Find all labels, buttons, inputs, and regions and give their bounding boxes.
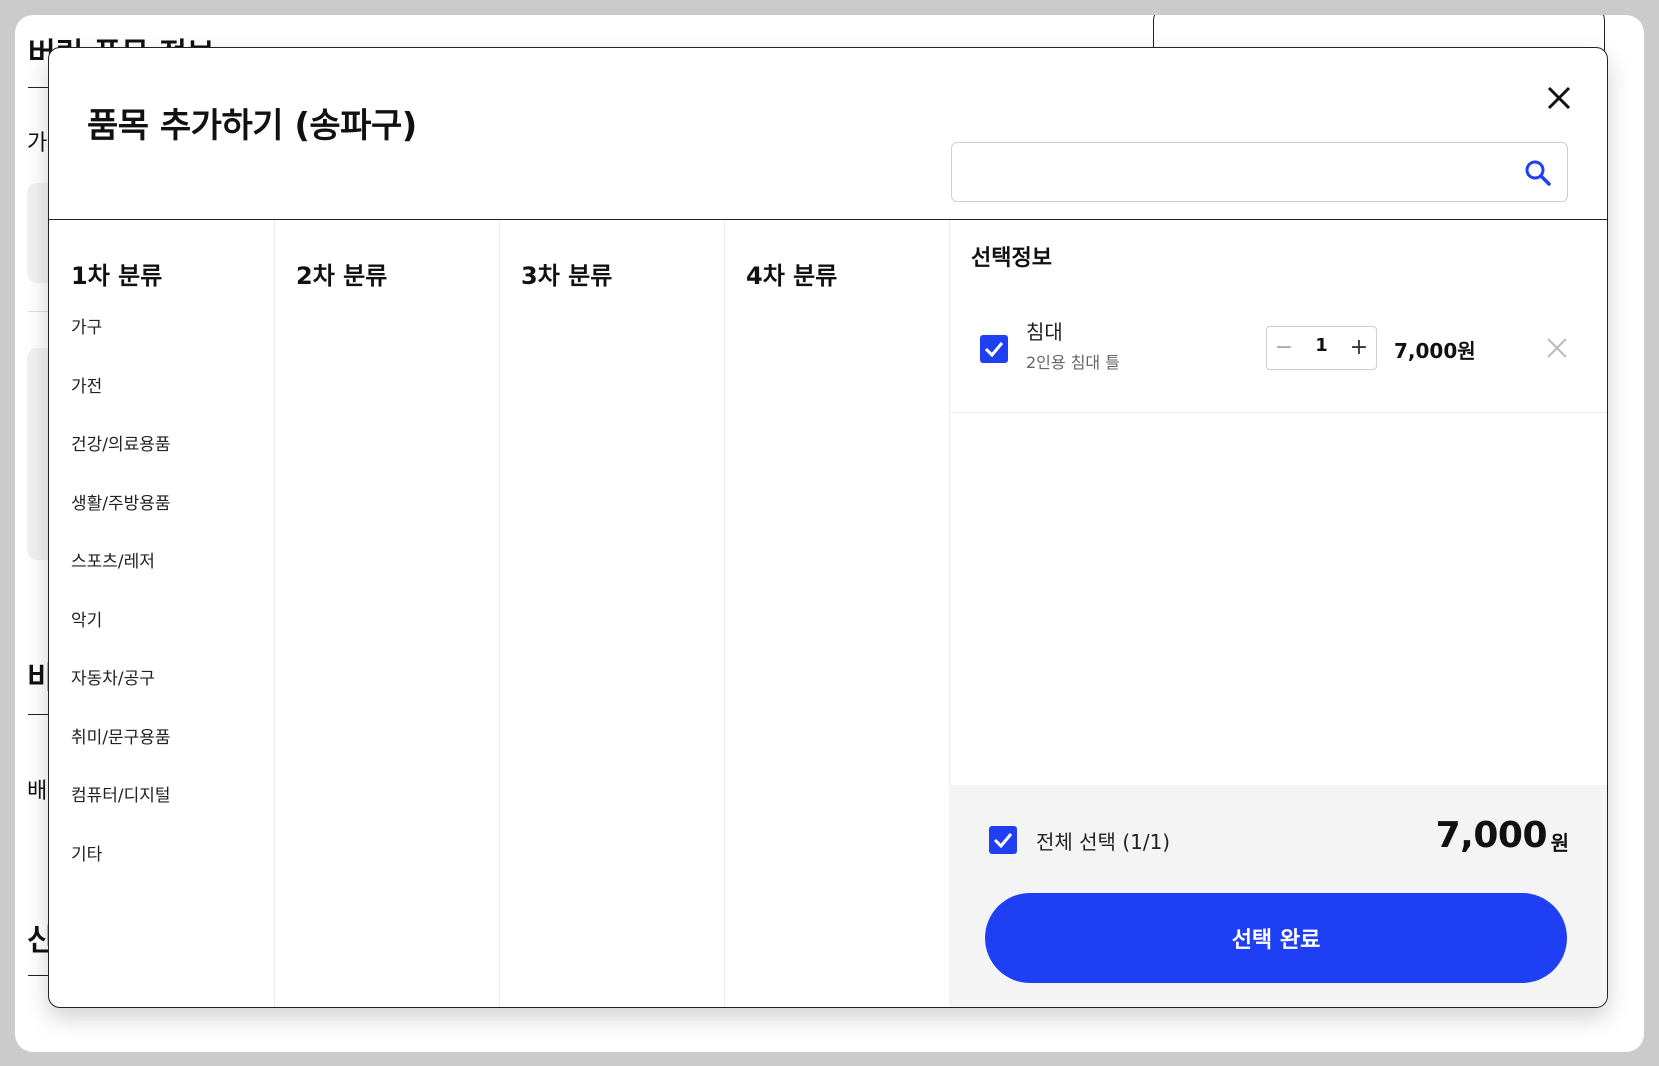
category-item[interactable]: 건강/의료용품 — [71, 430, 171, 489]
category-column-3: 3차 분류 — [499, 220, 725, 1007]
category-column-title: 3차 분류 — [521, 262, 613, 290]
category-item[interactable]: 기타 — [71, 840, 171, 899]
category-column-title: 4차 분류 — [746, 262, 838, 290]
item-description: 2인용 침대 틀 — [1026, 353, 1120, 372]
check-icon — [993, 833, 1013, 849]
total-unit: 원 — [1550, 831, 1569, 855]
total-amount: 7,000 — [1435, 815, 1548, 856]
increment-button[interactable]: + — [1344, 332, 1374, 364]
category-item[interactable]: 스포츠/레저 — [71, 547, 171, 606]
category-item[interactable]: 악기 — [71, 606, 171, 665]
selection-panel: 선택정보 침대 2인용 침대 틀 − 1 + 7,000원 전체 선택 (1/1… — [949, 220, 1607, 1007]
item-price: 7,000원 — [1394, 339, 1476, 363]
select-all-checkbox[interactable] — [989, 826, 1017, 854]
category-column-4: 4차 분류 — [724, 220, 950, 1007]
category-item[interactable]: 생활/주방용품 — [71, 489, 171, 548]
category-item[interactable]: 자동차/공구 — [71, 664, 171, 723]
quantity-stepper: − 1 + — [1266, 326, 1377, 370]
search-input[interactable] — [964, 153, 1508, 193]
select-all-label: 전체 선택 (1/1) — [1036, 830, 1171, 854]
quantity-value: 1 — [1315, 335, 1328, 356]
category-column-2: 2차 분류 — [274, 220, 500, 1007]
background-label: 가 — [27, 131, 48, 156]
search-icon[interactable] — [1522, 157, 1554, 189]
category-item[interactable]: 컴퓨터/디지털 — [71, 781, 171, 840]
modal-title: 품목 추가하기 (송파구) — [87, 106, 417, 146]
remove-icon — [1547, 338, 1567, 358]
selected-item-row: 침대 2인용 침대 틀 − 1 + 7,000원 — [949, 290, 1607, 413]
category-column-title: 2차 분류 — [296, 262, 388, 290]
complete-selection-button[interactable]: 선택 완료 — [985, 893, 1567, 983]
item-checkbox[interactable] — [980, 335, 1008, 363]
selection-title: 선택정보 — [971, 246, 1052, 271]
category-item[interactable]: 가구 — [71, 313, 171, 372]
add-item-modal: 품목 추가하기 (송파구) 1차 분류 가구 가전 건강/의료용품 생활/주방용… — [48, 47, 1608, 1008]
search-box — [951, 142, 1568, 202]
background-label: 배 — [27, 779, 48, 804]
selection-footer: 전체 선택 (1/1) 7,000 원 선택 완료 — [949, 785, 1607, 1007]
check-icon — [984, 342, 1004, 358]
decrement-button[interactable]: − — [1269, 332, 1299, 364]
category-item[interactable]: 취미/문구용품 — [71, 723, 171, 782]
category-list: 가구 가전 건강/의료용품 생활/주방용품 스포츠/레저 악기 자동차/공구 취… — [71, 313, 171, 898]
close-button[interactable] — [1539, 78, 1579, 118]
category-column-title: 1차 분류 — [71, 262, 163, 290]
close-icon — [1547, 86, 1571, 110]
item-name: 침대 — [1026, 320, 1063, 344]
category-item[interactable]: 가전 — [71, 372, 171, 431]
category-column-1: 1차 분류 가구 가전 건강/의료용품 생활/주방용품 스포츠/레저 악기 자동… — [49, 220, 275, 1007]
remove-item-button[interactable] — [1545, 336, 1569, 360]
